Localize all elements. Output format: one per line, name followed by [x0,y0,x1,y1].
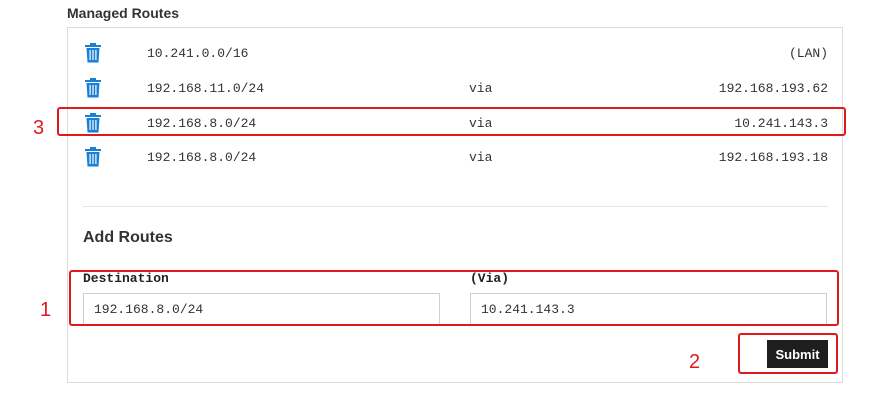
route-row: 192.168.8.0/24 via 10.241.143.3 [84,107,828,137]
route-row: 192.168.8.0/24 via 192.168.193.18 [84,141,828,171]
trash-icon[interactable] [84,78,102,98]
route-destination: 192.168.8.0/24 [147,116,257,131]
trash-icon[interactable] [84,147,102,167]
route-row: 10.241.0.0/16 (LAN) [84,37,828,67]
via-label: (Via) [470,271,510,286]
trash-icon[interactable] [84,113,102,133]
annotation-number-2: 2 [689,351,701,373]
routes-panel: 10.241.0.0/16 (LAN) 192.168.11.0/24 via … [67,27,843,383]
trash-icon[interactable] [84,43,102,63]
add-routes-title: Add Routes [83,229,173,246]
route-gateway: 192.168.193.62 [718,81,828,96]
route-gateway: 192.168.193.18 [718,150,828,165]
destination-input[interactable] [83,293,440,325]
route-destination: 192.168.8.0/24 [147,150,257,165]
submit-button[interactable]: Submit [767,340,828,368]
managed-routes-title: Managed Routes [67,5,180,21]
route-destination: 192.168.11.0/24 [147,81,265,96]
route-gateway: 10.241.143.3 [734,116,828,131]
divider [83,206,828,207]
annotation-number-1: 1 [40,299,52,321]
route-gateway: (LAN) [788,46,828,61]
via-input[interactable] [470,293,827,325]
route-via: via [469,81,493,96]
route-via: via [469,116,493,131]
destination-label: Destination [83,271,169,286]
annotation-number-3: 3 [33,117,45,139]
route-destination: 10.241.0.0/16 [147,46,249,61]
route-row: 192.168.11.0/24 via 192.168.193.62 [84,72,828,102]
route-via: via [469,150,493,165]
